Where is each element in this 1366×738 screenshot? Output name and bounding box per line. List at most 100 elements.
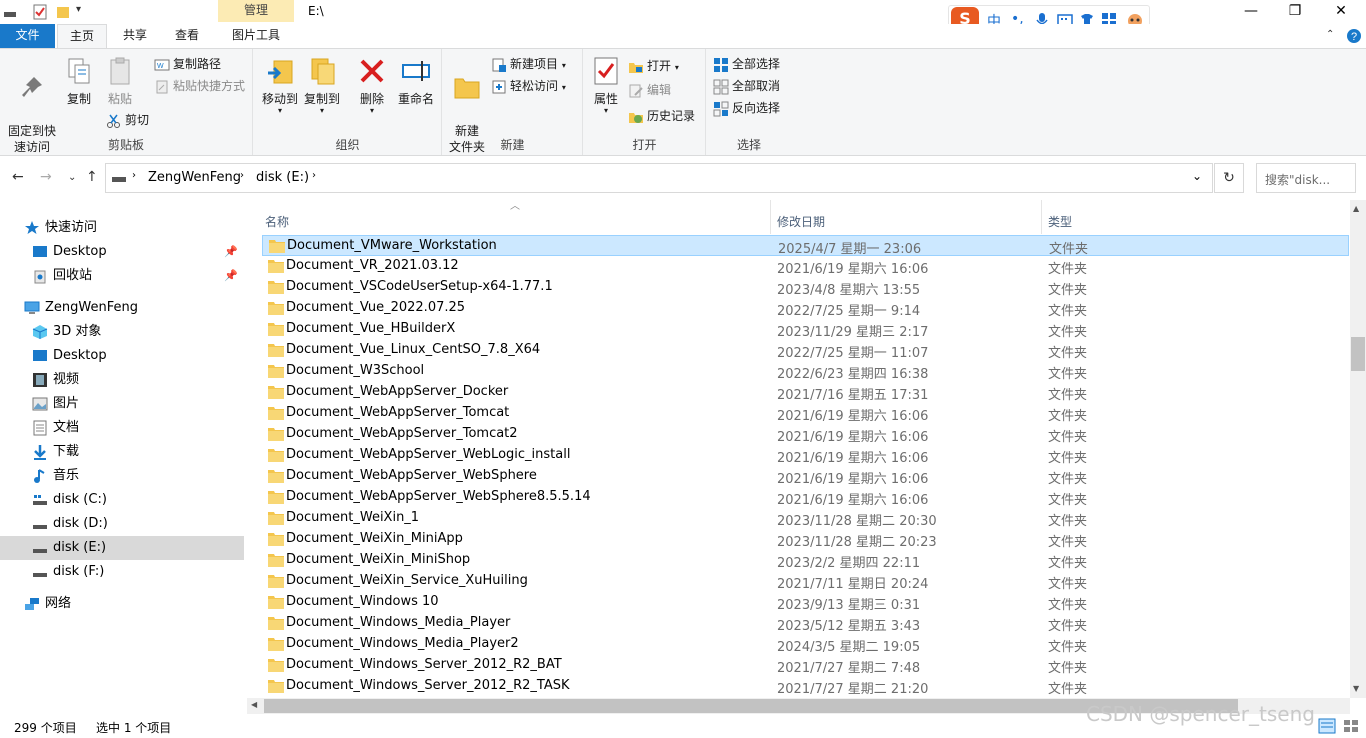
move-to-button[interactable]: 移动到 ▾: [260, 55, 300, 115]
recent-locations-chevron-icon[interactable]: ⌄: [68, 172, 76, 183]
file-row[interactable]: Document_Vue_Linux_CentSO_7.8_X64 2022/7/…: [262, 340, 1349, 361]
scroll-up-icon[interactable]: ▲: [1353, 204, 1359, 213]
file-row[interactable]: Document_WebAppServer_Docker 2021/7/16 星期…: [262, 382, 1349, 403]
new-folder-quick-icon[interactable]: [56, 4, 70, 20]
large-icons-view-icon[interactable]: [1342, 718, 1360, 734]
nav-disk-e[interactable]: disk (E:): [0, 536, 244, 560]
address-history-chevron-icon[interactable]: ⌄: [1192, 169, 1202, 183]
file-row[interactable]: Document_WebAppServer_Tomcat 2021/6/19 星期…: [262, 403, 1349, 424]
drive-icon[interactable]: [4, 4, 16, 20]
file-row[interactable]: Document_Windows_Media_Player 2023/5/12 星…: [262, 613, 1349, 634]
nav-quick-recycle-bin[interactable]: 回收站 📌: [0, 264, 244, 288]
file-row[interactable]: Document_Windows_Server_2012_R2_BAT 2021/…: [262, 655, 1349, 676]
paste-shortcut-button[interactable]: 粘贴快捷方式: [154, 77, 245, 97]
column-type[interactable]: 类型: [1048, 213, 1072, 230]
nav-videos[interactable]: 视频: [0, 368, 244, 392]
manage-context-tab[interactable]: 管理: [218, 0, 294, 22]
breadcrumb-separator-icon[interactable]: ›: [132, 170, 136, 181]
column-date-modified[interactable]: 修改日期: [777, 213, 825, 230]
nav-disk-d[interactable]: disk (D:): [0, 512, 244, 536]
paste-button[interactable]: 粘贴: [102, 55, 138, 107]
file-type: 文件夹: [1048, 472, 1088, 487]
copy-button[interactable]: 复制: [62, 55, 96, 107]
copy-path-button[interactable]: W 复制路径: [154, 55, 221, 75]
column-divider[interactable]: [770, 200, 771, 234]
nav-network[interactable]: 网络: [0, 592, 244, 616]
file-row[interactable]: Document_VMware_Workstation 2025/4/7 星期一 …: [262, 235, 1349, 257]
copy-to-button[interactable]: 复制到 ▾: [302, 55, 342, 115]
file-row[interactable]: Document_WeiXin_MiniApp 2023/11/28 星期二 20…: [262, 529, 1349, 550]
nav-quick-access[interactable]: 快速访问: [0, 216, 244, 240]
file-row[interactable]: Document_WebAppServer_WebSphere8.5.5.14 2…: [262, 487, 1349, 508]
nav-downloads[interactable]: 下载: [0, 440, 244, 464]
easy-access-button[interactable]: 轻松访问 ▾: [491, 77, 566, 97]
tab-home[interactable]: 主页: [57, 24, 107, 48]
nav-disk-c[interactable]: disk (C:): [0, 488, 244, 512]
column-name[interactable]: 名称: [265, 213, 289, 230]
nav-3d-objects[interactable]: 3D 对象: [0, 320, 244, 344]
properties-button[interactable]: 属性 ▾: [588, 55, 624, 115]
file-row[interactable]: Document_VR_2021.03.12 2021/6/19 星期六 16:0…: [262, 256, 1349, 277]
breadcrumb-separator-icon[interactable]: ›: [240, 170, 244, 181]
chevron-up-icon[interactable]: ⌃: [1326, 29, 1334, 40]
nav-this-pc[interactable]: ZengWenFeng: [0, 296, 244, 320]
file-row[interactable]: Document_W3School 2022/6/23 星期四 16:38 文件夹: [262, 361, 1349, 382]
file-row[interactable]: Document_Vue_HBuilderX 2023/11/29 星期三 2:1…: [262, 319, 1349, 340]
nav-pictures[interactable]: 图片: [0, 392, 244, 416]
scroll-down-icon[interactable]: ▼: [1353, 684, 1359, 693]
forward-arrow-icon[interactable]: →: [40, 169, 52, 185]
scroll-left-icon[interactable]: ◀: [251, 700, 257, 709]
history-button[interactable]: 历史记录: [628, 107, 695, 127]
column-divider[interactable]: [1041, 200, 1042, 234]
nav-disk-f[interactable]: disk (F:): [0, 560, 244, 584]
breadcrumb-this-pc[interactable]: ZengWenFeng: [148, 170, 241, 185]
new-item-button[interactable]: 新建项目 ▾: [491, 55, 566, 75]
properties-quick-icon[interactable]: [32, 4, 48, 20]
edit-button[interactable]: 编辑: [628, 81, 671, 101]
select-none-button[interactable]: 全部取消: [713, 77, 780, 97]
back-arrow-icon[interactable]: ←: [12, 169, 24, 185]
file-row[interactable]: Document_WeiXin_1 2023/11/28 星期二 20:30 文件夹: [262, 508, 1349, 529]
rename-button[interactable]: 重命名: [394, 55, 438, 107]
tab-picture-tools[interactable]: 图片工具: [218, 24, 294, 48]
maximize-button[interactable]: ❐: [1272, 0, 1318, 24]
nav-music[interactable]: 音乐: [0, 464, 244, 488]
nav-documents[interactable]: 文档: [0, 416, 244, 440]
tab-view[interactable]: 查看: [164, 24, 210, 48]
file-row[interactable]: Document_Windows_Server_2012_R2_TASK 2021…: [262, 676, 1349, 697]
delete-button[interactable]: 删除 ▾: [354, 55, 390, 115]
file-row[interactable]: Document_Windows 10 2023/9/13 星期三 0:31 文件夹: [262, 592, 1349, 613]
file-row[interactable]: Document_WebAppServer_Tomcat2 2021/6/19 星…: [262, 424, 1349, 445]
nav-desktop[interactable]: Desktop: [0, 344, 244, 368]
minimize-button[interactable]: —: [1228, 0, 1274, 24]
file-row[interactable]: Document_WebAppServer_WebLogic_install 20…: [262, 445, 1349, 466]
file-row[interactable]: Document_Windows_Media_Player2 2024/3/5 星…: [262, 634, 1349, 655]
up-arrow-icon[interactable]: ↑: [86, 169, 98, 185]
select-all-button[interactable]: 全部选择: [713, 55, 780, 75]
details-view-icon[interactable]: [1318, 718, 1336, 734]
file-row[interactable]: Document_WeiXin_MiniShop 2023/2/2 星期四 22:…: [262, 550, 1349, 571]
close-button[interactable]: ✕: [1318, 0, 1364, 24]
pin-icon[interactable]: 📌: [224, 240, 238, 264]
file-date: 2025/4/7 星期一 23:06: [778, 242, 922, 257]
refresh-button[interactable]: ↻: [1214, 163, 1244, 193]
file-row[interactable]: Document_WebAppServer_WebSphere 2021/6/19…: [262, 466, 1349, 487]
pin-icon[interactable]: 📌: [224, 264, 238, 288]
address-bar[interactable]: › ZengWenFeng › disk (E:) › ⌄: [105, 163, 1213, 193]
tab-share[interactable]: 共享: [112, 24, 158, 48]
nav-quick-desktop[interactable]: Desktop 📌: [0, 240, 244, 264]
help-icon[interactable]: ?: [1346, 28, 1362, 44]
vertical-scrollbar[interactable]: ▲ ▼: [1350, 200, 1366, 698]
file-row[interactable]: Document_VSCodeUserSetup-x64-1.77.1 2023/…: [262, 277, 1349, 298]
search-input[interactable]: 搜索"disk...: [1256, 163, 1356, 193]
tab-file[interactable]: 文件: [0, 24, 55, 48]
cut-button[interactable]: 剪切: [106, 111, 149, 131]
file-row[interactable]: Document_Vue_2022.07.25 2022/7/25 星期一 9:1…: [262, 298, 1349, 319]
file-row[interactable]: Document_WeiXin_Service_XuHuiling 2021/7/…: [262, 571, 1349, 592]
breadcrumb-disk-e[interactable]: disk (E:): [256, 170, 309, 185]
invert-selection-button[interactable]: 反向选择: [713, 99, 780, 119]
vertical-scroll-thumb[interactable]: [1351, 337, 1365, 371]
breadcrumb-separator-icon[interactable]: ›: [312, 170, 316, 181]
open-button[interactable]: 打开 ▾: [628, 57, 679, 77]
quick-access-dropdown-icon[interactable]: ▾: [76, 4, 81, 20]
